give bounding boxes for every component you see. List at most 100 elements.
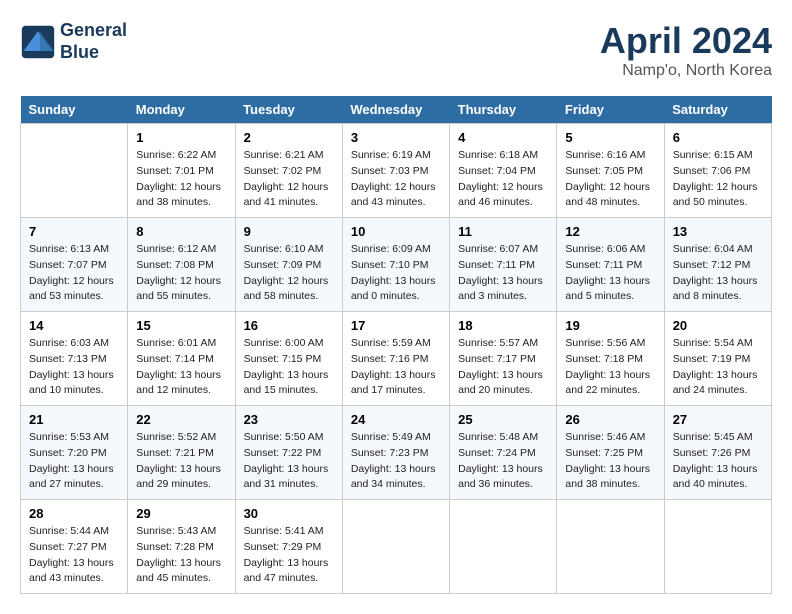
sunrise-label: Sunrise: 5:52 AM (136, 431, 216, 443)
calendar-cell: 16 Sunrise: 6:00 AM Sunset: 7:15 PM Dayligh… (235, 312, 342, 406)
calendar-cell: 2Sunrise: 6:21 AMSunset: 7:02 PMDaylight… (235, 124, 342, 218)
sunrise-label: Sunrise: 6:04 AM (673, 243, 753, 255)
daylight-label: Daylight: 13 hours and 8 minutes. (673, 275, 758, 303)
daylight-label: Daylight: 12 hours and 46 minutes. (458, 181, 543, 209)
daylight-label: Daylight: 13 hours and 15 minutes. (244, 369, 329, 397)
sunset-label: Sunset: 7:11 PM (458, 259, 535, 271)
sunrise-label: Sunrise: 5:54 AM (673, 337, 753, 349)
day-number: 26 (565, 412, 655, 427)
calendar-cell: 5Sunrise: 6:16 AMSunset: 7:05 PMDaylight… (557, 124, 664, 218)
day-number: 25 (458, 412, 548, 427)
weekday-tuesday: Tuesday (235, 96, 342, 124)
calendar-cell: 27Sunrise: 5:45 AMSunset: 7:26 PMDayligh… (664, 406, 771, 500)
day-number: 6 (673, 130, 763, 145)
day-number: 7 (29, 224, 119, 239)
sunset-label: Sunset: 7:17 PM (458, 353, 536, 365)
sunrise-label: Sunrise: 6:13 AM (29, 243, 109, 255)
calendar-week-4: 21Sunrise: 5:53 AMSunset: 7:20 PMDayligh… (21, 406, 772, 500)
day-info: Sunrise: 5:56 AMSunset: 7:18 PMDaylight:… (565, 336, 655, 399)
sunrise-label: Sunrise: 6:15 AM (673, 149, 753, 161)
calendar-week-3: 14Sunrise: 6:03 AMSunset: 7:13 PMDayligh… (21, 312, 772, 406)
day-number: 1 (136, 130, 226, 145)
weekday-thursday: Thursday (450, 96, 557, 124)
sunset-label: Sunset: 7:26 PM (673, 447, 751, 459)
page-header: General Blue April 2024 Namp'o, North Ko… (20, 20, 772, 80)
sunrise-label: Sunrise: 6:22 AM (136, 149, 216, 161)
sunrise-label: Sunrise: 5:49 AM (351, 431, 431, 443)
calendar-cell: 20Sunrise: 5:54 AMSunset: 7:19 PMDayligh… (664, 312, 771, 406)
day-info: Sunrise: 6:10 AMSunset: 7:09 PMDaylight:… (244, 242, 334, 305)
daylight-label: Daylight: 13 hours and 20 minutes. (458, 369, 543, 397)
daylight-label: Daylight: 13 hours and 38 minutes. (565, 463, 650, 491)
sunset-label: Sunset: 7:04 PM (458, 165, 536, 177)
day-info: Sunrise: 5:41 AMSunset: 7:29 PMDaylight:… (244, 524, 334, 587)
weekday-saturday: Saturday (664, 96, 771, 124)
logo-line2: Blue (60, 42, 99, 62)
day-number: 16 (244, 318, 334, 333)
sunset-label: Sunset: 7:12 PM (673, 259, 751, 271)
calendar-cell: 4Sunrise: 6:18 AMSunset: 7:04 PMDaylight… (450, 124, 557, 218)
calendar-body: 1 Sunrise: 6:22 AMSunset: 7:01 PMDaylight… (21, 124, 772, 594)
calendar-cell: 22Sunrise: 5:52 AMSunset: 7:21 PMDayligh… (128, 406, 235, 500)
sunset-label: Sunset: 7:21 PM (136, 447, 214, 459)
calendar-cell: 21Sunrise: 5:53 AMSunset: 7:20 PMDayligh… (21, 406, 128, 500)
day-info: Sunrise: 6:01 AMSunset: 7:14 PMDaylight:… (136, 336, 226, 399)
day-number: 28 (29, 506, 119, 521)
daylight-label: Daylight: 13 hours and 27 minutes. (29, 463, 114, 491)
daylight-label: Daylight: 12 hours and 41 minutes. (244, 181, 329, 209)
sunrise-label: Sunrise: 6:07 AM (458, 243, 538, 255)
calendar-cell: 26 Sunrise: 5:46 AM Sunset: 7:25 PM Dayligh… (557, 406, 664, 500)
daylight-label: Daylight: 12 hours and 48 minutes. (565, 181, 650, 209)
calendar-cell: 23Sunrise: 5:50 AMSunset: 7:22 PMDayligh… (235, 406, 342, 500)
calendar-cell: 11Sunrise: 6:07 AMSunset: 7:11 PMDayligh… (450, 218, 557, 312)
sunrise-label: Sunrise: 5:59 AM (351, 337, 431, 349)
day-info: Sunrise: 5:46 AM Sunset: 7:25 PM Daylight:… (565, 430, 655, 493)
calendar-cell: 29Sunrise: 5:43 AMSunset: 7:28 PMDayligh… (128, 500, 235, 594)
calendar-cell: 24Sunrise: 5:49 AMSunset: 7:23 PMDayligh… (342, 406, 449, 500)
calendar-cell: 13Sunrise: 6:04 AMSunset: 7:12 PMDayligh… (664, 218, 771, 312)
sunset-label: Sunset: 7:18 PM (565, 353, 643, 365)
day-info: Sunrise: 5:49 AMSunset: 7:23 PMDaylight:… (351, 430, 441, 493)
day-info: Sunrise: 6:16 AMSunset: 7:05 PMDaylight:… (565, 148, 655, 211)
calendar-cell: 15Sunrise: 6:01 AMSunset: 7:14 PMDayligh… (128, 312, 235, 406)
sunset-label: Sunset: 7:28 PM (136, 541, 214, 553)
logo: General Blue (20, 20, 127, 63)
sunset-label: Sunset: 7:14 PM (136, 353, 214, 365)
sunrise-label: Sunrise: 5:46 AM (565, 431, 645, 443)
sunset-label: Sunset: 7:25 PM (565, 447, 643, 459)
day-info: Sunrise: 5:48 AMSunset: 7:24 PMDaylight:… (458, 430, 548, 493)
subtitle: Namp'o, North Korea (600, 62, 772, 80)
daylight-label: Daylight: 12 hours and 38 minutes. (136, 181, 221, 209)
daylight-label: Daylight: 13 hours and 34 minutes. (351, 463, 436, 491)
sunrise-label: Sunrise: 6:00 AM (244, 337, 324, 349)
sunset-label: Sunset: 7:22 PM (244, 447, 322, 459)
sunrise-label: Sunrise: 5:53 AM (29, 431, 109, 443)
day-number: 8 (136, 224, 226, 239)
daylight-label: Daylight: 12 hours and 58 minutes. (244, 275, 329, 303)
day-info: Sunrise: 6:22 AMSunset: 7:01 PMDaylight:… (136, 148, 226, 211)
day-info: Sunrise: 5:50 AMSunset: 7:22 PMDaylight:… (244, 430, 334, 493)
day-info: Sunrise: 6:21 AMSunset: 7:02 PMDaylight:… (244, 148, 334, 211)
day-number: 17 (351, 318, 441, 333)
sunset-label: Sunset: 7:19 PM (673, 353, 751, 365)
sunrise-label: Sunrise: 6:12 AM (136, 243, 216, 255)
main-title: April 2024 (600, 20, 772, 62)
calendar-cell: 12Sunrise: 6:06 AMSunset: 7:11 PMDayligh… (557, 218, 664, 312)
sunset-label: Sunset: 7:29 PM (244, 541, 322, 553)
sunset-label: Sunset: 7:15 PM (244, 353, 322, 365)
day-number: 20 (673, 318, 763, 333)
day-info: Sunrise: 6:12 AMSunset: 7:08 PMDaylight:… (136, 242, 226, 305)
sunrise-label: Sunrise: 5:45 AM (673, 431, 753, 443)
logo-line1: General (60, 20, 127, 40)
calendar-cell (664, 500, 771, 594)
calendar-cell (21, 124, 128, 218)
day-info: Sunrise: 6:15 AMSunset: 7:06 PMDaylight:… (673, 148, 763, 211)
daylight-label: Daylight: 12 hours and 55 minutes. (136, 275, 221, 303)
calendar-cell: 25 Sunrise: 5:48 AMSunset: 7:24 PMDayligh… (450, 406, 557, 500)
calendar-cell: 1 Sunrise: 6:22 AMSunset: 7:01 PMDaylight… (128, 124, 235, 218)
day-info: Sunrise: 5:45 AMSunset: 7:26 PMDaylight:… (673, 430, 763, 493)
day-number: 11 (458, 224, 548, 239)
sunset-label: Sunset: 7:24 PM (458, 447, 536, 459)
logo-text: General Blue (60, 20, 127, 63)
day-number: 30 (244, 506, 334, 521)
